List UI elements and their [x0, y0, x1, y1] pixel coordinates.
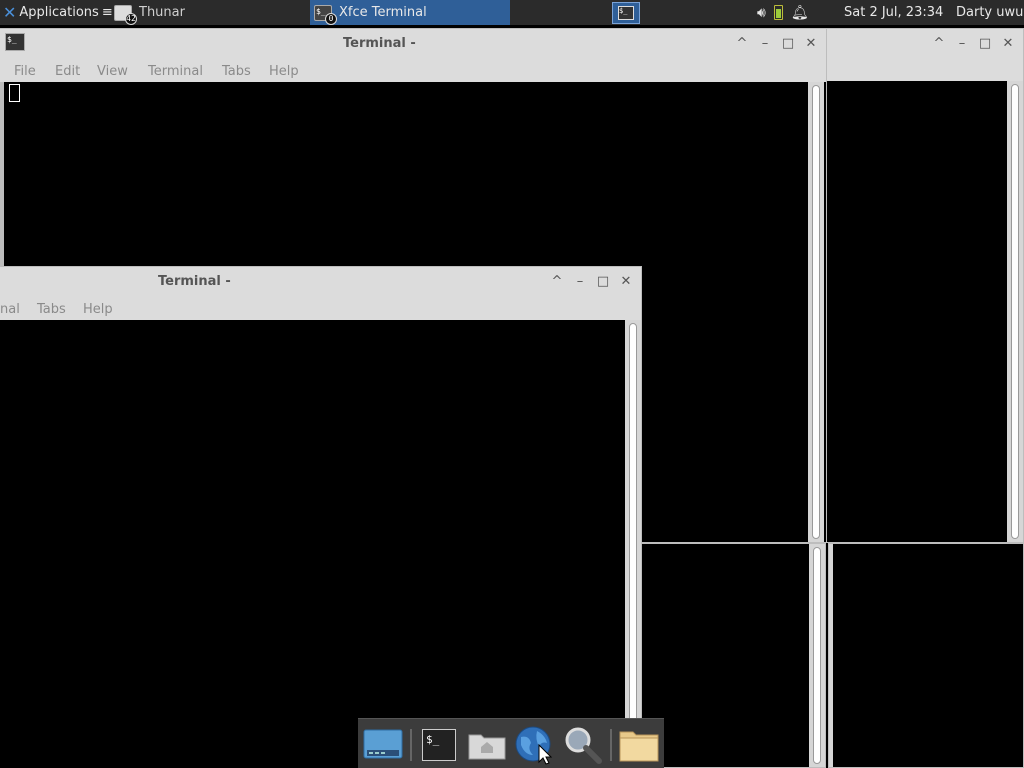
desktop-icon[interactable] [362, 724, 404, 766]
minimize-button[interactable]: – [953, 35, 971, 53]
dock-separator [610, 729, 612, 761]
scrollbar-thumb[interactable] [629, 323, 637, 765]
web-browser-icon[interactable] [514, 724, 556, 766]
shade-button[interactable]: ^ [733, 35, 751, 53]
terminal-content[interactable] [829, 544, 1023, 767]
close-button[interactable]: ✕ [999, 35, 1017, 53]
terminal-window-front: Terminal - ^ – □ ✕ nal Tabs Help [0, 266, 642, 768]
maximize-button[interactable]: □ [779, 35, 797, 53]
thunar-badge: 42 [125, 12, 137, 25]
folder-icon[interactable] [618, 724, 660, 766]
scrollbar[interactable] [625, 320, 641, 768]
battery-icon[interactable] [773, 5, 783, 20]
dock: $_ [358, 718, 664, 768]
workspace-1[interactable]: $_ [612, 1, 640, 24]
volume-icon[interactable]: 🔊︎ [757, 5, 766, 21]
scrollbar[interactable] [1007, 81, 1023, 542]
window-titlebar[interactable]: $_ Terminal - ^ – □ ✕ [0, 29, 826, 59]
applications-menu[interactable]: ✕ Applications ≡ [0, 0, 113, 25]
scrollbar-thumb[interactable] [812, 85, 820, 539]
system-tray: 🔊︎ 🔔︎ [757, 0, 809, 25]
terminal-icon: $_ 0 [314, 4, 337, 25]
close-button[interactable]: ✕ [802, 35, 820, 53]
clock[interactable]: Sat 2 Jul, 23:34 [844, 0, 943, 25]
window-titlebar[interactable]: Terminal - ^ – □ ✕ [0, 267, 641, 297]
terminal-task-label: Xfce Terminal [339, 5, 427, 20]
home-folder-icon[interactable] [466, 724, 508, 766]
taskbar-button-terminal[interactable]: $_ 0 Xfce Terminal [310, 0, 510, 25]
terminal-badge: 0 [325, 12, 337, 25]
scrollbar[interactable] [808, 82, 824, 542]
applications-label: Applications [19, 5, 99, 20]
terminal-content[interactable] [0, 320, 641, 768]
thunar-label: Thunar [139, 5, 185, 20]
scrollbar-thumb[interactable] [813, 547, 821, 764]
dock-separator [410, 729, 412, 761]
terminal-window-lower-middle [640, 542, 826, 768]
top-panel: ✕ Applications ≡ 42 Thunar $_ 0 Xfce Ter… [0, 0, 1024, 25]
window-titlebar[interactable]: ^ – □ ✕ [826, 29, 1023, 59]
scrollbar[interactable] [809, 544, 825, 767]
terminal-icon[interactable]: $_ [418, 724, 460, 766]
scrollbar-thumb[interactable] [1011, 84, 1019, 539]
terminal-content[interactable] [826, 81, 1023, 542]
user-menu[interactable]: Darty uwu [956, 0, 1023, 25]
terminal-icon: $_ [5, 33, 25, 51]
bell-icon[interactable]: 🔔︎ [791, 5, 809, 21]
window-title: Terminal - [343, 36, 416, 51]
shade-button[interactable]: ^ [930, 35, 948, 53]
close-button[interactable]: ✕ [617, 273, 635, 291]
search-icon[interactable] [562, 724, 604, 766]
terminal-window-right: ^ – □ ✕ [826, 28, 1024, 543]
taskbar-button-thunar[interactable]: 42 Thunar [110, 0, 310, 25]
thunar-icon: 42 [114, 4, 137, 25]
xfce-logo-icon: ✕ [3, 3, 17, 22]
terminal-window-lower-right [828, 542, 1024, 768]
text-cursor [9, 84, 20, 102]
maximize-button[interactable]: □ [594, 273, 612, 291]
window-title: Terminal - [158, 274, 231, 289]
minimize-button[interactable]: – [571, 273, 589, 291]
minimize-button[interactable]: – [756, 35, 774, 53]
maximize-button[interactable]: □ [976, 35, 994, 53]
workspace-window-icon: $_ [618, 5, 634, 20]
scrollbar[interactable] [829, 544, 833, 767]
shade-button[interactable]: ^ [548, 273, 566, 291]
terminal-content[interactable] [641, 544, 825, 767]
workspace-switcher[interactable]: $_ [610, 0, 642, 25]
